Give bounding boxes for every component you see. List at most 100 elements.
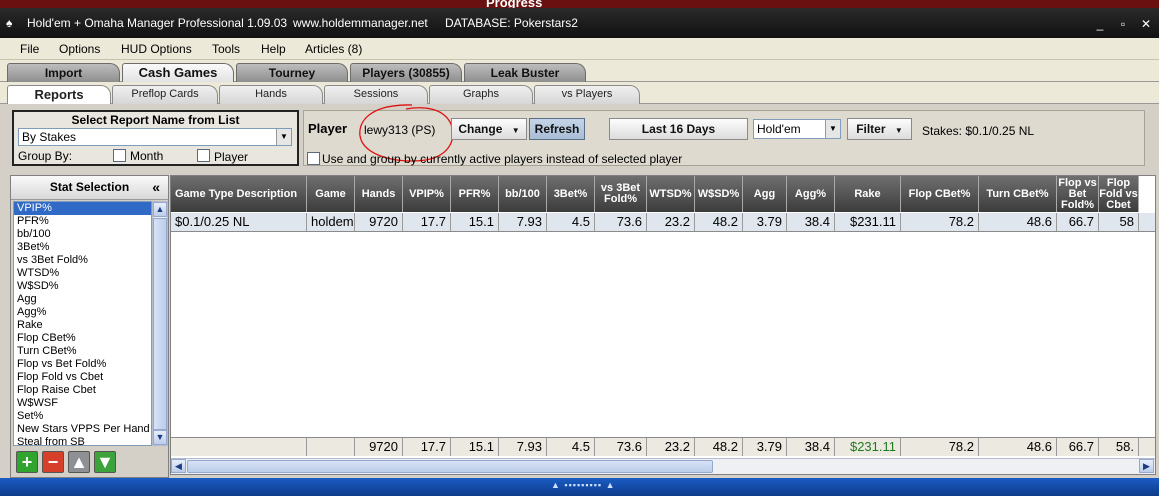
column-header[interactable]: 3Bet% xyxy=(547,176,595,212)
tab-preflop-cards[interactable]: Preflop Cards xyxy=(112,85,218,104)
report-controls-panel: Select Report Name from List By Stakes ▼… xyxy=(8,104,1156,169)
status-bar: ▲ ▪▪▪▪▪▪▪▪▪ ▲ xyxy=(0,478,1159,496)
table-row[interactable]: $0.1/0.25 NL holdem 9720 17.7 15.1 7.93 4.5 73.… xyxy=(171,213,1155,232)
table-cell: 4.5 xyxy=(547,213,595,231)
tab-import[interactable]: Import xyxy=(7,63,120,82)
scroll-thumb[interactable] xyxy=(153,218,167,430)
chevron-down-icon[interactable]: ▼ xyxy=(825,120,840,138)
restore-icon[interactable]: ▫ xyxy=(1115,17,1131,31)
column-header[interactable]: Game xyxy=(307,176,355,212)
scroll-up-icon[interactable]: ▲ xyxy=(153,202,167,217)
filter-dropdown-icon: ▼ xyxy=(894,126,903,135)
active-players-label: Use and group by currently active player… xyxy=(322,152,683,166)
total-cell: 48.2 xyxy=(695,438,743,456)
column-header[interactable]: WTSD% xyxy=(647,176,695,212)
tab-leak-buster[interactable]: Leak Buster xyxy=(464,63,586,82)
stat-list-item[interactable]: Flop CBet% xyxy=(14,332,151,345)
column-header[interactable]: Agg xyxy=(743,176,787,212)
stat-list-item[interactable]: W$SD% xyxy=(14,280,151,293)
menu-help[interactable]: Help xyxy=(261,42,286,56)
collapse-icon[interactable]: « xyxy=(152,176,160,198)
column-header[interactable]: Flop vs Bet Fold% xyxy=(1057,176,1099,212)
remove-icon[interactable]: − xyxy=(42,451,64,473)
column-header[interactable]: VPIP% xyxy=(403,176,451,212)
horizontal-scroll-thumb[interactable] xyxy=(187,460,713,473)
date-range-button[interactable]: Last 16 Days xyxy=(609,118,748,140)
stat-list-item[interactable]: WTSD% xyxy=(14,267,151,280)
column-header[interactable]: bb/100 xyxy=(499,176,547,212)
stat-list-item[interactable]: Turn CBet% xyxy=(14,345,151,358)
column-header[interactable]: W$SD% xyxy=(695,176,743,212)
refresh-button[interactable]: Refresh xyxy=(529,118,585,140)
stat-list-item[interactable]: W$WSF xyxy=(14,397,151,410)
column-header[interactable]: Flop Fold vs Cbet xyxy=(1099,176,1139,212)
stat-list-item[interactable]: Agg xyxy=(14,293,151,306)
table-cell: 9720 xyxy=(355,213,403,231)
menu-options[interactable]: Options xyxy=(59,42,100,56)
scroll-right-icon[interactable]: ▶ xyxy=(1139,459,1154,473)
column-header[interactable]: vs 3Bet Fold% xyxy=(595,176,647,212)
active-players-checkbox[interactable] xyxy=(307,152,320,165)
group-by-label: Group By: xyxy=(18,149,73,163)
column-header[interactable]: Flop CBet% xyxy=(901,176,979,212)
tab-reports[interactable]: Reports xyxy=(7,85,111,104)
sub-tab-bar: Reports Preflop Cards Hands Sessions Gra… xyxy=(0,82,1159,104)
stat-list-item[interactable]: Steal from SB xyxy=(14,436,151,445)
stat-list-item[interactable]: Flop Raise Cbet xyxy=(14,384,151,397)
stat-list-item[interactable]: New Stars VPPS Per Hand xyxy=(14,423,151,436)
menu-file[interactable]: File xyxy=(20,42,39,56)
menu-articles[interactable]: Articles (8) xyxy=(305,42,362,56)
column-header[interactable]: Rake xyxy=(835,176,901,212)
close-icon[interactable]: ✕ xyxy=(1138,17,1154,31)
stat-list-item[interactable]: Agg% xyxy=(14,306,151,319)
stat-list-item[interactable]: Rake xyxy=(14,319,151,332)
scroll-left-icon[interactable]: ◀ xyxy=(171,459,186,473)
filter-button-label: Filter xyxy=(856,122,886,136)
month-checkbox-label: Month xyxy=(130,149,164,163)
stat-list-scrollbar[interactable]: ▲ ▼ xyxy=(152,201,168,446)
move-up-icon[interactable]: ▲ xyxy=(68,451,90,473)
add-icon[interactable]: + xyxy=(16,451,38,473)
splitter-grip-icon[interactable]: ▲ ▪▪▪▪▪▪▪▪▪ ▲ xyxy=(551,480,616,490)
stat-list-item[interactable]: vs 3Bet Fold% xyxy=(14,254,151,267)
stat-list-item[interactable]: bb/100 xyxy=(14,228,151,241)
column-header[interactable]: Agg% xyxy=(787,176,835,212)
scroll-down-icon[interactable]: ▼ xyxy=(153,430,167,445)
minimize-icon[interactable]: _ xyxy=(1092,17,1108,31)
tab-hands[interactable]: Hands xyxy=(219,85,323,104)
stat-list-item[interactable]: Flop vs Bet Fold% xyxy=(14,358,151,371)
menu-hud-options[interactable]: HUD Options xyxy=(121,42,192,56)
tab-players[interactable]: Players (30855) xyxy=(350,63,462,82)
player-checkbox[interactable] xyxy=(197,149,210,162)
menu-tools[interactable]: Tools xyxy=(212,42,240,56)
stat-list-item[interactable]: VPIP% xyxy=(14,202,151,215)
month-checkbox[interactable] xyxy=(113,149,126,162)
stat-list-item[interactable]: 3Bet% xyxy=(14,241,151,254)
tab-vs-players[interactable]: vs Players xyxy=(534,85,640,104)
table-horizontal-scrollbar[interactable]: ◀ ▶ xyxy=(171,458,1155,474)
column-header[interactable]: PFR% xyxy=(451,176,499,212)
stat-list-item[interactable]: PFR% xyxy=(14,215,151,228)
window-url: www.holdemmanager.net xyxy=(293,16,428,30)
stat-list[interactable]: VPIP% PFR% bb/100 3Bet% vs 3Bet Fold% WTSD% W$… xyxy=(13,201,152,446)
table-cell: holdem xyxy=(307,213,355,231)
game-dropdown-value: Hold'em xyxy=(757,122,801,136)
total-cell: 4.5 xyxy=(547,438,595,456)
chevron-down-icon[interactable]: ▼ xyxy=(276,129,291,145)
report-name-dropdown[interactable]: By Stakes ▼ xyxy=(18,128,292,146)
filter-button[interactable]: Filter ▼ xyxy=(847,118,912,140)
column-header[interactable]: Hands xyxy=(355,176,403,212)
move-down-icon[interactable]: ▼ xyxy=(94,451,116,473)
report-selector-box: Select Report Name from List By Stakes ▼… xyxy=(12,110,299,166)
tab-tourney[interactable]: Tourney xyxy=(236,63,348,82)
game-dropdown[interactable]: Hold'em ▼ xyxy=(753,119,841,139)
report-name-value: By Stakes xyxy=(22,130,77,144)
total-cell xyxy=(307,438,355,456)
tab-cash-games[interactable]: Cash Games xyxy=(122,63,234,82)
column-header[interactable]: Game Type Description xyxy=(171,176,307,212)
column-header[interactable]: Turn CBet% xyxy=(979,176,1057,212)
stat-list-item[interactable]: Flop Fold vs Cbet xyxy=(14,371,151,384)
change-button[interactable]: Change ▼ xyxy=(451,118,527,140)
stat-selection-title: Stat Selection xyxy=(49,180,130,194)
stat-list-item[interactable]: Set% xyxy=(14,410,151,423)
